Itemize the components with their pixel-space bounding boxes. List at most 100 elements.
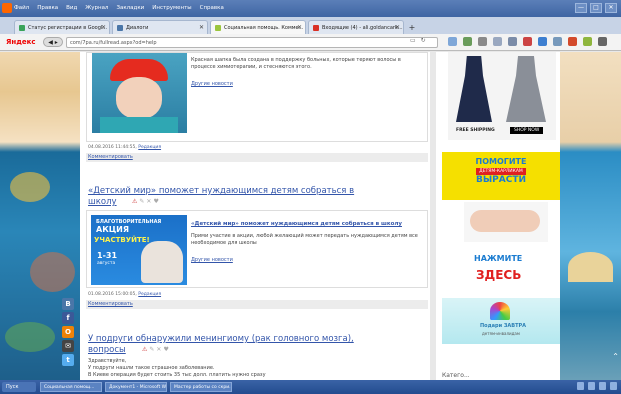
shop-now-button[interactable]: SHOP NOW: [510, 127, 544, 134]
article-meta: 04.08.2016 11:44:55, Редакция: [88, 145, 161, 150]
podari-zavtra-ad[interactable]: Подари ЗАВТРА детям-инвалидам: [442, 298, 560, 344]
vk-share-icon[interactable]: В: [62, 298, 74, 310]
help-subtitle: ДЕТЯМ-КАРЛИКАМ: [476, 168, 526, 175]
article-action-icons: ⚠✎✕♥: [142, 346, 171, 353]
menu-help[interactable]: Справка: [200, 5, 224, 11]
mail-share-icon[interactable]: ✉: [62, 340, 74, 352]
help-title: ПОМОГИТЕ: [475, 157, 527, 166]
tab-social-help[interactable]: Социальная помощь. Комме... ✕: [210, 20, 306, 34]
yandex-logo[interactable]: Яндекс: [6, 38, 36, 46]
inner-title-link[interactable]: «Детский мир» поможет нуждающимся детям …: [191, 221, 421, 227]
extension-icon[interactable]: [463, 37, 472, 46]
tab-google-registration[interactable]: Статус регистрации в Googl... ✕: [14, 20, 110, 34]
minimize-button[interactable]: —: [575, 3, 587, 13]
new-tab-button[interactable]: +: [406, 20, 418, 34]
here-text[interactable]: ЗДЕСЬ: [476, 268, 521, 282]
help-ad[interactable]: ПОМОГИТЕ ДЕТЯМ-КАРЛИКАМ ВЫРАСТИ: [442, 152, 560, 200]
background-right-image: ⌃: [560, 52, 621, 380]
home-icon[interactable]: [553, 37, 562, 46]
close-tab-icon[interactable]: ✕: [199, 24, 204, 31]
main-content: Красная шапка была создана в поддержку б…: [80, 52, 430, 380]
close-tab-icon[interactable]: ✕: [101, 24, 106, 31]
article-meta: 01.08.2016 15:00:05, Редакция: [88, 292, 161, 297]
comment-link[interactable]: Комментировать: [86, 153, 428, 162]
logo-brand-text: Подари ЗАВТРА: [480, 323, 527, 329]
system-tray: [577, 382, 617, 390]
taskbar-app-browser[interactable]: Социальная помощ...: [40, 382, 102, 392]
article-title-link[interactable]: У подруги обнаружили менингиому (рак гол…: [88, 334, 363, 356]
navigation-toolbar: Яндекс ◀ ▸ com/7pa.ru/fullread.aspx?od=h…: [0, 34, 621, 51]
extension-icon[interactable]: [568, 37, 577, 46]
article-title-link[interactable]: «Детский мир» поможет нуждающимся детям …: [88, 186, 363, 208]
close-tab-icon[interactable]: ✕: [297, 24, 302, 31]
coral-decoration: [10, 172, 50, 202]
promo-join-text: УЧАСТВУЙТЕ!: [94, 236, 150, 244]
scroll-up-icon[interactable]: ⌃: [612, 352, 619, 361]
meta-date: 01.08.2016 15:00:05,: [88, 292, 137, 297]
extensions-area: [448, 37, 607, 46]
menu-edit[interactable]: Правка: [37, 5, 58, 11]
maximize-button[interactable]: □: [590, 3, 602, 13]
taskbar-app-wizard[interactable]: Мастер работы со скри...: [170, 382, 232, 392]
comment-link[interactable]: Комментировать: [86, 300, 428, 309]
reader-icon[interactable]: ▭: [410, 37, 416, 44]
tab-inbox[interactable]: Входящие (4) - ali.goldancark... ✕: [308, 20, 404, 34]
like-icon[interactable]: ♥: [153, 198, 160, 205]
extension-icon[interactable]: [583, 37, 592, 46]
dress-image-navy: [456, 56, 492, 122]
tab-label: Социальная помощь. Комме...: [224, 24, 304, 31]
tab-dialogs[interactable]: Диалоги ✕: [112, 20, 208, 34]
promo-banner: БЛАГОТВОРИТЕЛЬНАЯ АКЦИЯ УЧАСТВУЙТЕ! 1-31…: [91, 215, 187, 285]
windows-taskbar: Пуск Социальная помощ... Документ1 - Mic…: [0, 380, 621, 394]
face-shape: [116, 77, 162, 119]
reload-icon[interactable]: ↻: [421, 37, 426, 44]
shirt-shape: [100, 117, 178, 133]
extension-icon[interactable]: [478, 37, 487, 46]
download-icon[interactable]: [538, 37, 547, 46]
like-icon[interactable]: ♥: [163, 346, 170, 353]
pocket-icon[interactable]: [523, 37, 532, 46]
article-text: Прими участие в акции, любой желающий мо…: [191, 233, 418, 246]
facebook-share-icon[interactable]: f: [62, 312, 74, 324]
tab-strip: Статус регистрации в Googl... ✕ Диалоги …: [0, 17, 621, 34]
back-forward-button[interactable]: ◀ ▸: [43, 37, 63, 47]
coral-decoration: [30, 252, 75, 292]
menu-tools[interactable]: Инструменты: [152, 5, 191, 11]
ok-share-icon[interactable]: O: [62, 326, 74, 338]
close-window-button[interactable]: ✕: [605, 3, 617, 13]
close-tab-icon[interactable]: ✕: [395, 24, 400, 31]
article-line: У подруги нашли такое страшное заболеван…: [88, 365, 215, 371]
tray-icon[interactable]: [610, 382, 617, 390]
start-button[interactable]: Пуск: [2, 382, 36, 392]
menu-history[interactable]: Журнал: [85, 5, 108, 11]
author-link[interactable]: Редакция: [138, 292, 161, 297]
bookmarks-icon[interactable]: [508, 37, 517, 46]
menu-bar: Файл Правка Вид Журнал Закладки Инструме…: [0, 0, 621, 17]
menu-bookmarks[interactable]: Закладки: [116, 5, 144, 11]
free-shipping-label: FREE SHIPPING: [456, 128, 495, 133]
vk-favicon-icon: [117, 24, 123, 31]
menu-view[interactable]: Вид: [66, 5, 77, 11]
promo-main-text: АКЦИЯ: [96, 225, 130, 234]
meta-date: 04.08.2016 11:44:55,: [88, 145, 137, 150]
tray-icon[interactable]: [599, 382, 606, 390]
dress-image-grey: [506, 56, 546, 122]
twitter-share-icon[interactable]: t: [62, 354, 74, 366]
url-input[interactable]: com/7pa.ru/fullread.aspx?od=help: [66, 37, 438, 48]
click-text[interactable]: НАЖМИТЕ: [474, 254, 522, 263]
bookmark-star-icon[interactable]: [493, 37, 502, 46]
taskbar-app-word[interactable]: Документ1 - Microsoft W...: [105, 382, 167, 392]
umbrella-decoration: [568, 252, 613, 282]
page-viewport: ⌃ В f O ✉ t Красная шапка была создана в…: [0, 52, 621, 380]
extension-icon[interactable]: [448, 37, 457, 46]
menu-icon[interactable]: [598, 37, 607, 46]
menu-file[interactable]: Файл: [14, 5, 29, 11]
tray-icon[interactable]: [588, 382, 595, 390]
mail-favicon-icon: [313, 24, 319, 31]
author-link[interactable]: Редакция: [138, 145, 161, 150]
more-news-link[interactable]: Другие новости: [191, 81, 233, 87]
baby-shape: [470, 210, 540, 232]
tray-icon[interactable]: [577, 382, 584, 390]
more-news-link[interactable]: Другие новости: [191, 257, 233, 263]
dress-ad[interactable]: FREE SHIPPING SHOP NOW: [448, 52, 556, 140]
